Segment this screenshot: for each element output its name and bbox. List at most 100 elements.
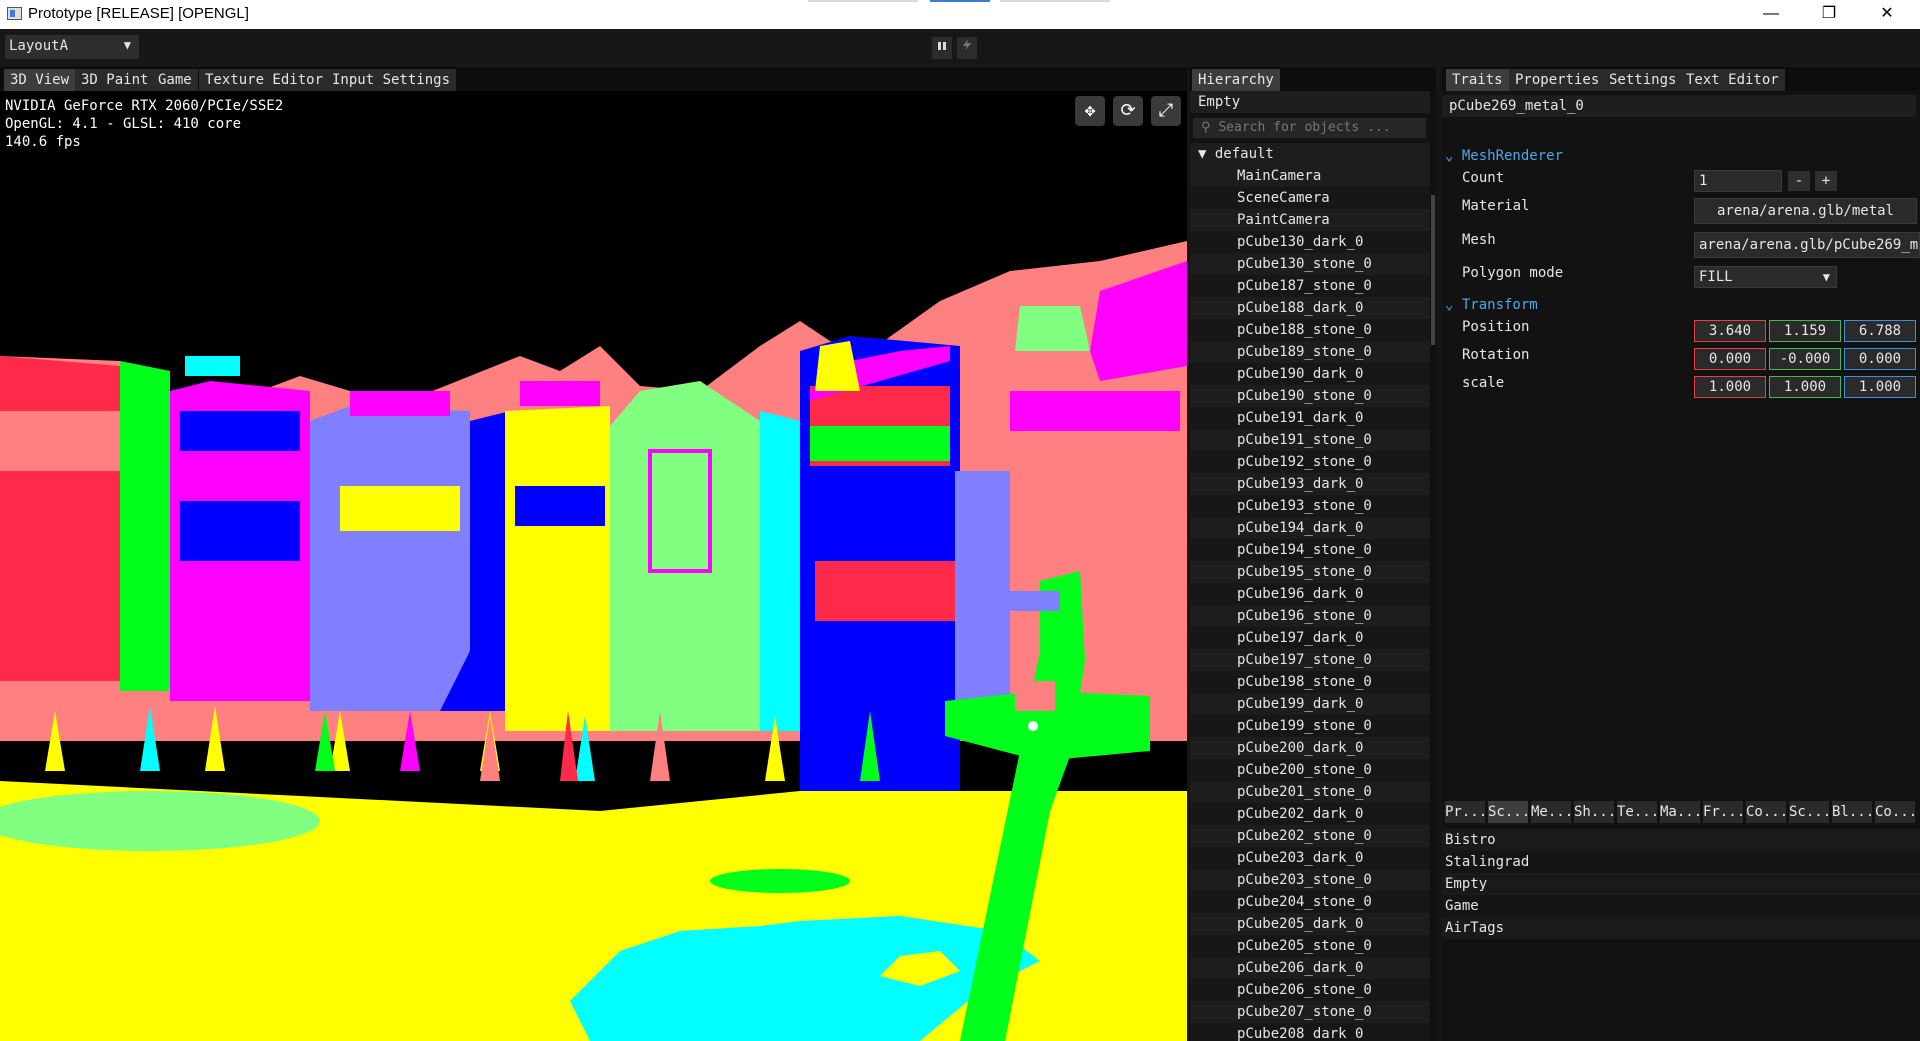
layout-dropdown[interactable]: LayoutA ▼ [5,35,139,59]
tree-item[interactable]: pCube206_stone_0 [1190,979,1430,1001]
tab-game[interactable]: Game [152,69,198,91]
tree-item[interactable]: pCube196_stone_0 [1190,605,1430,627]
tree-item[interactable]: pCube188_stone_0 [1190,319,1430,341]
tree-item[interactable]: pCube189_stone_0 [1190,341,1430,363]
tree-item[interactable]: pCube194_dark_0 [1190,517,1430,539]
scale-x[interactable]: 1.000 [1694,376,1766,398]
bottom-tab[interactable]: Sc... [1789,801,1829,823]
tree-item[interactable]: pCube130_stone_0 [1190,253,1430,275]
tree-item-label: pCube200_stone_0 [1237,762,1372,778]
3d-viewport[interactable]: NVIDIA GeForce RTX 2060/PCIe/SSE2 OpenGL:… [0,91,1187,1041]
search-input[interactable]: ⚲ Search for objects ... [1193,118,1426,138]
bottom-tab[interactable]: Co... [1875,801,1915,823]
tree-item[interactable]: pCube206_dark_0 [1190,957,1430,979]
panel-divider[interactable] [1436,67,1442,1041]
tab-traits[interactable]: Traits [1446,69,1509,91]
bottom-tab[interactable]: Te... [1617,801,1657,823]
scrollbar-thumb[interactable] [1431,195,1435,345]
tree-item[interactable]: pCube202_stone_0 [1190,825,1430,847]
tree-item[interactable]: pCube194_stone_0 [1190,539,1430,561]
restore-button[interactable]: ❐ [1800,0,1858,29]
tree-item[interactable]: pCube199_stone_0 [1190,715,1430,737]
tree-item[interactable]: pCube188_dark_0 [1190,297,1430,319]
tree-item[interactable]: pCube191_dark_0 [1190,407,1430,429]
transform-header[interactable]: ⌄ Transform [1445,295,1538,315]
count-input[interactable]: 1 [1694,170,1782,192]
tree-item[interactable]: pCube193_stone_0 [1190,495,1430,517]
tree-item[interactable]: pCube187_stone_0 [1190,275,1430,297]
tab-input-settings[interactable]: Input Settings [326,69,457,91]
tree-item[interactable]: pCube205_dark_0 [1190,913,1430,935]
tab-properties[interactable]: Properties [1509,69,1606,91]
tree-item[interactable]: pCube197_dark_0 [1190,627,1430,649]
scene-list-item[interactable]: AirTags [1442,917,1920,939]
tree-item[interactable]: pCube192_stone_0 [1190,451,1430,473]
bottom-tab[interactable]: Pr... [1445,801,1485,823]
scale-z[interactable]: 1.000 [1844,376,1916,398]
refresh-button[interactable]: ⟳ [1113,96,1143,126]
tab-text-editor[interactable]: Text Editor [1680,69,1785,91]
tab-3d-view[interactable]: 3D View [4,69,76,91]
scene-list-item[interactable]: Empty [1442,873,1920,895]
tree-item[interactable]: pCube190_stone_0 [1190,385,1430,407]
rotation-y[interactable]: -0.000 [1769,348,1841,370]
move-tool-button[interactable]: ✥ [1075,96,1105,126]
rotation-z[interactable]: 0.000 [1844,348,1916,370]
tab-settings[interactable]: Settings [1603,69,1683,91]
tree-item[interactable]: pCube130_dark_0 [1190,231,1430,253]
tab-3d-paint[interactable]: 3D Paint [75,69,155,91]
tree-item[interactable]: pCube201_stone_0 [1190,781,1430,803]
bottom-tab[interactable]: Sh... [1574,801,1614,823]
bottom-tab[interactable]: Fr... [1703,801,1743,823]
tree-item[interactable]: pCube204_stone_0 [1190,891,1430,913]
tree-item[interactable]: pCube190_dark_0 [1190,363,1430,385]
tree-item[interactable]: SceneCamera [1190,187,1430,209]
bottom-tab[interactable]: Co... [1746,801,1786,823]
tree-item[interactable]: pCube203_dark_0 [1190,847,1430,869]
scene-list-item[interactable]: Game [1442,895,1920,917]
tree-item[interactable]: pCube200_dark_0 [1190,737,1430,759]
mesh-field[interactable]: arena/arena.glb/pCube269_me [1694,232,1920,258]
tree-item[interactable]: pCube191_stone_0 [1190,429,1430,451]
tree-item[interactable]: pCube208_dark_0 [1190,1023,1430,1041]
tab-texture-editor[interactable]: Texture Editor [199,69,330,91]
tree-item[interactable]: PaintCamera [1190,209,1430,231]
tree-item[interactable]: pCube200_stone_0 [1190,759,1430,781]
bottom-tab[interactable]: Ma... [1660,801,1700,823]
material-field[interactable]: arena/arena.glb/metal [1694,198,1917,224]
tree-item[interactable]: pCube203_stone_0 [1190,869,1430,891]
tree-root[interactable]: ▼ default [1190,143,1430,165]
count-increment-button[interactable]: + [1815,171,1837,191]
pause-button[interactable] [932,37,952,59]
tree-item[interactable]: pCube199_dark_0 [1190,693,1430,715]
tab-hierarchy[interactable]: Hierarchy [1192,69,1280,91]
scene-list-item[interactable]: Bistro [1442,829,1920,851]
tree-item[interactable]: pCube198_stone_0 [1190,671,1430,693]
bottom-tab[interactable]: Sc... [1488,801,1528,823]
position-y[interactable]: 1.159 [1769,320,1841,342]
bottom-tab[interactable]: Bl... [1832,801,1872,823]
tree-item[interactable]: pCube207_stone_0 [1190,1001,1430,1023]
position-z[interactable]: 6.788 [1844,320,1916,342]
tree-item[interactable]: pCube196_dark_0 [1190,583,1430,605]
tree-item[interactable]: pCube205_stone_0 [1190,935,1430,957]
minimize-button[interactable]: — [1742,0,1800,29]
bottom-tab[interactable]: Me... [1531,801,1571,823]
scene-list: Bistro Stalingrad Empty Game AirTags [1442,829,1920,939]
tree-item[interactable]: pCube197_stone_0 [1190,649,1430,671]
mesh-renderer-header[interactable]: ⌄ MeshRenderer [1445,146,1563,166]
tree-item[interactable]: pCube202_dark_0 [1190,803,1430,825]
expand-button[interactable]: ⤢ [1151,96,1181,126]
tree-item[interactable]: pCube193_dark_0 [1190,473,1430,495]
rotation-x[interactable]: 0.000 [1694,348,1766,370]
tree-item[interactable]: pCube195_stone_0 [1190,561,1430,583]
count-decrement-button[interactable]: - [1788,171,1810,191]
polygon-mode-select[interactable]: FILL ▼ [1694,266,1837,288]
scale-y[interactable]: 1.000 [1769,376,1841,398]
close-button[interactable]: ✕ [1858,0,1916,29]
position-x[interactable]: 3.640 [1694,320,1766,342]
panel-divider[interactable] [1187,67,1190,1041]
tree-item[interactable]: MainCamera [1190,165,1430,187]
step-button[interactable] [957,37,977,59]
scene-list-item[interactable]: Stalingrad [1442,851,1920,873]
